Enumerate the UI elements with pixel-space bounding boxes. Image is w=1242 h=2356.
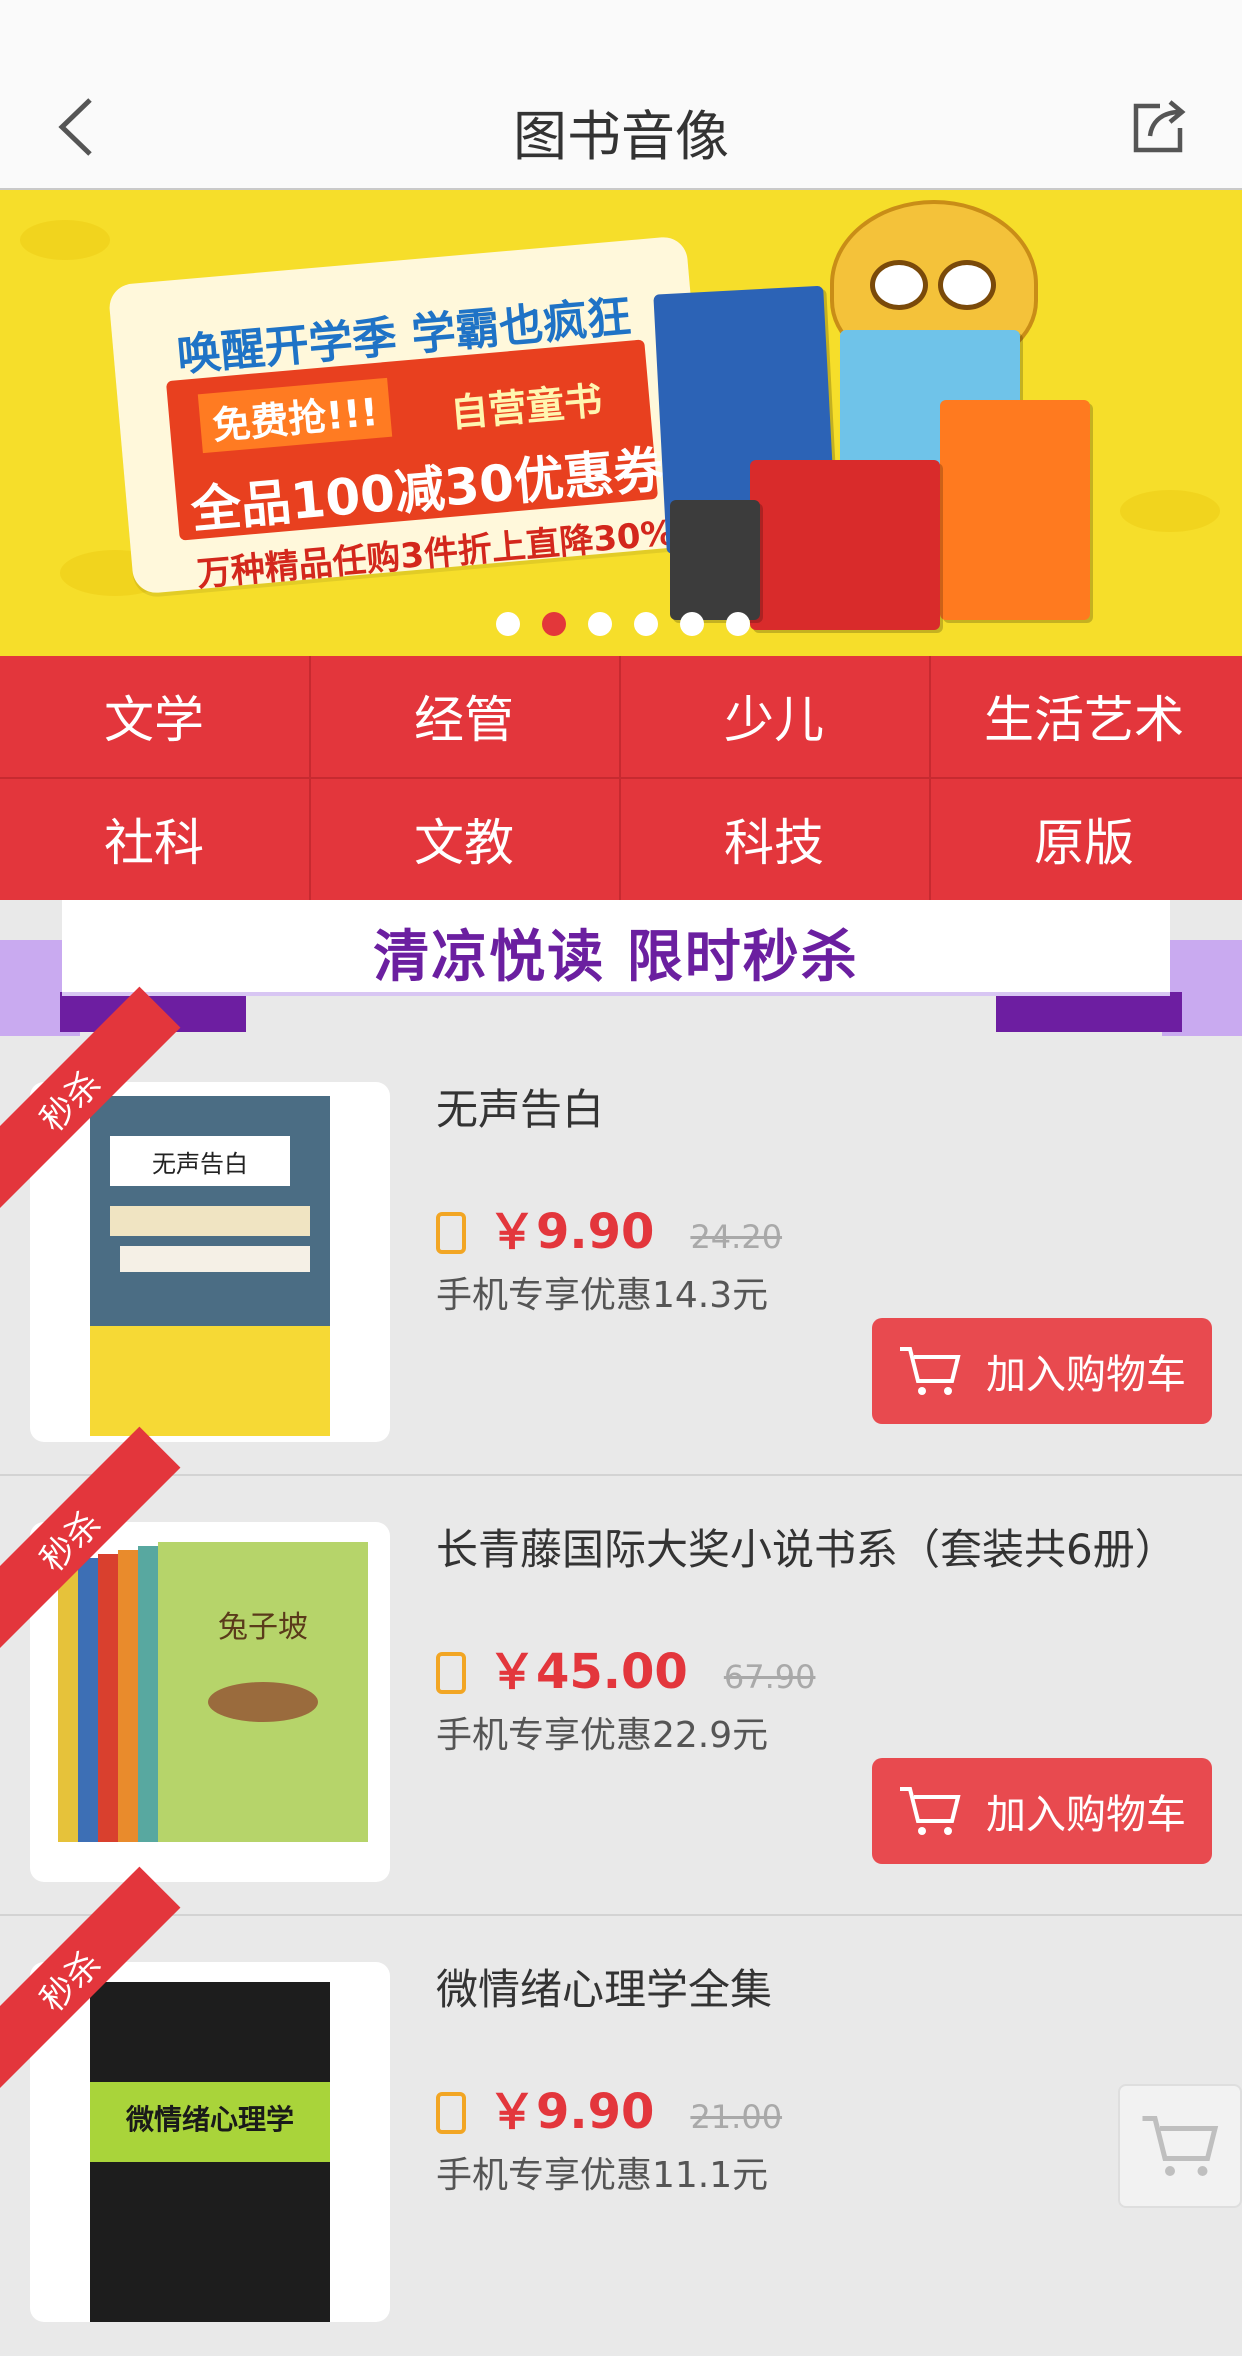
product-image[interactable]: 无声告白	[30, 1082, 390, 1442]
product-title[interactable]: 长青藤国际大奖小说书系（套装共6册）	[436, 1516, 1177, 1577]
cover-title: 兔子坡	[218, 1610, 308, 1645]
product-price: ￥9.90	[488, 1204, 655, 1260]
cover-art: 微情绪心理学	[90, 1982, 330, 2322]
product-image[interactable]: 兔子坡	[30, 1522, 390, 1882]
add-to-cart-label: 加入购物车	[986, 1792, 1186, 1838]
cover-art: 无声告白	[90, 1096, 330, 1436]
category-social-science[interactable]: 社科	[0, 779, 308, 899]
product-title[interactable]: 微情绪心理学全集	[436, 1956, 772, 2017]
shopping-cart-icon	[900, 1787, 961, 1835]
cover-spine	[118, 1550, 138, 1842]
price-row: ￥9.90 21.00	[436, 2072, 782, 2142]
original-price: 24.20	[690, 1218, 783, 1256]
carousel-dot[interactable]	[588, 612, 612, 636]
add-to-cart-button[interactable]: 加入购物车	[872, 1758, 1212, 1864]
carousel-dots	[496, 612, 750, 636]
cover-title: 微情绪心理学	[125, 2103, 294, 2136]
add-to-cart-button[interactable]: 加入购物车	[872, 1318, 1212, 1424]
cover-spine	[138, 1546, 158, 1842]
share-button[interactable]	[1124, 92, 1194, 162]
shopping-cart-icon	[900, 1347, 961, 1395]
cover-spine	[58, 1562, 78, 1842]
shopping-cart-icon	[1142, 2116, 1219, 2176]
carousel-dot[interactable]	[634, 612, 658, 636]
category-lifestyle-art[interactable]: 生活艺术	[930, 656, 1238, 776]
category-literature[interactable]: 文学	[0, 656, 308, 776]
mobile-phone-icon	[436, 2092, 466, 2134]
mobile-discount: 手机专享优惠14.3元	[436, 1275, 769, 1316]
mobile-phone-icon	[436, 1652, 466, 1694]
cover-stripe	[120, 1246, 310, 1272]
product-card[interactable]: 无声告白 秒杀 无声告白 ￥9.90 24.20 手机专享优惠14.3元 加入购…	[0, 986, 1242, 1476]
category-business[interactable]: 经管	[310, 656, 618, 776]
carousel-dot-active[interactable]	[542, 612, 566, 636]
floating-cart-button[interactable]	[1118, 2084, 1242, 2208]
carousel-dot[interactable]	[496, 612, 520, 636]
product-image[interactable]: 微情绪心理学	[30, 1962, 390, 2322]
mobile-discount: 手机专享优惠22.9元	[436, 1715, 769, 1756]
price-row: ￥9.90 24.20	[436, 1192, 782, 1262]
carousel-dot[interactable]	[726, 612, 750, 636]
ribbon-main: 清凉悦读 限时秒杀	[62, 900, 1170, 996]
carousel-dot[interactable]	[680, 612, 704, 636]
grid-divider	[0, 777, 1242, 779]
banner-book-box	[750, 460, 940, 630]
promo-title: 清凉悦读 限时秒杀	[373, 925, 859, 990]
category-grid: 文学 经管 少儿 生活艺术 社科 文教 科技 原版	[0, 656, 1242, 900]
share-icon	[1133, 100, 1186, 153]
banner-book-dark	[670, 500, 760, 620]
original-price: 67.90	[723, 1658, 816, 1696]
rabbit-shape	[208, 1682, 318, 1722]
product-price: ￥9.90	[488, 2084, 655, 2140]
nav-bar: 图书音像	[0, 64, 1242, 190]
category-children[interactable]: 少儿	[620, 656, 928, 776]
product-title[interactable]: 无声告白	[436, 1076, 604, 1137]
product-card[interactable]: 微情绪心理学 秒杀 微情绪心理学全集 ￥9.90 21.00 手机专享优惠11.…	[0, 1866, 1242, 2356]
price-row: ￥45.00 67.90	[436, 1632, 815, 1702]
page-title: 图书音像	[513, 105, 729, 168]
banner-character-glasses	[870, 260, 1000, 310]
banner-book-red	[940, 400, 1090, 620]
status-bar-area	[0, 0, 1242, 64]
cover-spine	[98, 1554, 118, 1842]
original-price: 21.00	[690, 2098, 783, 2136]
category-education[interactable]: 文教	[310, 779, 618, 899]
cover-band	[90, 1326, 330, 1436]
cover-art: 兔子坡	[158, 1542, 368, 1842]
ribbon-fold-right	[996, 992, 1182, 1032]
category-technology[interactable]: 科技	[620, 779, 928, 899]
flash-sale-ribbon: 清凉悦读 限时秒杀	[0, 900, 1242, 1040]
category-original[interactable]: 原版	[930, 779, 1238, 899]
cover-spine	[78, 1558, 98, 1842]
add-to-cart-label: 加入购物车	[986, 1352, 1186, 1398]
product-price: ￥45.00	[488, 1644, 688, 1700]
cover-stripe	[110, 1206, 310, 1236]
promo-banner-carousel[interactable]: 唤醒开学季 学霸也疯狂 免费抢!!! 自营童书 全品100减30优惠券 万种精品…	[0, 190, 1242, 656]
mobile-phone-icon	[436, 1212, 466, 1254]
mobile-discount: 手机专享优惠11.1元	[436, 2155, 769, 2196]
product-card[interactable]: 兔子坡 秒杀 长青藤国际大奖小说书系（套装共6册） ￥45.00 67.90 手…	[0, 1426, 1242, 1916]
cover-title: 无声告白	[110, 1136, 290, 1186]
